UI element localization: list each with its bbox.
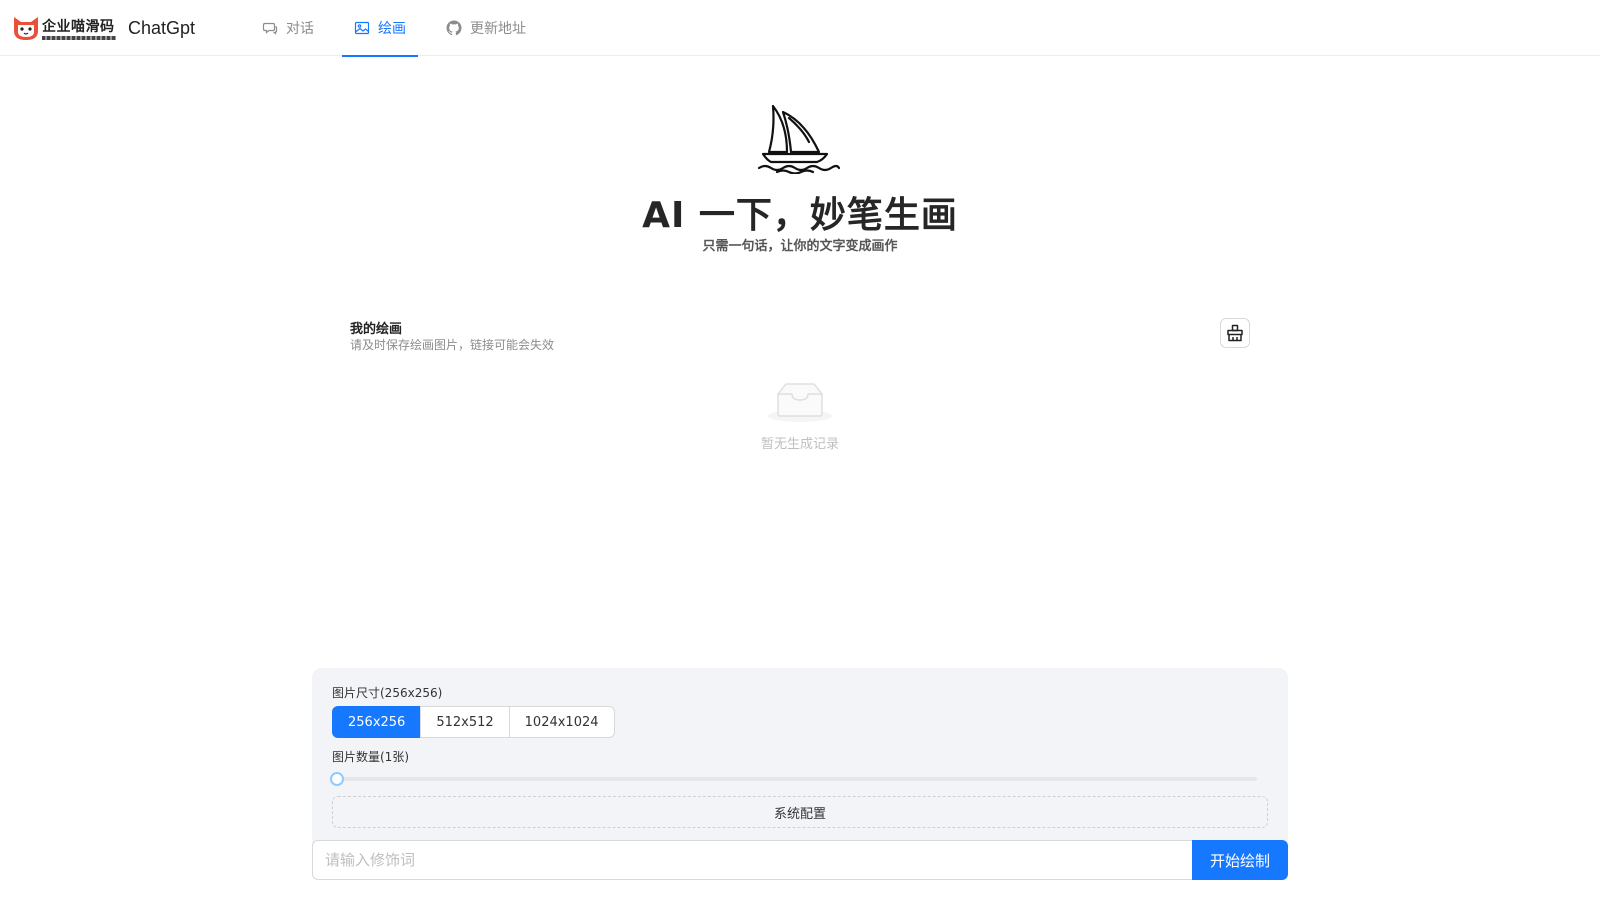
count-label: 图片数量(1张) xyxy=(332,750,409,764)
nav-item-draw[interactable]: 绘画 xyxy=(342,0,418,57)
gallery-description: 请及时保存绘画图片，链接可能会失效 xyxy=(350,338,555,352)
main-nav: 对话 绘画 更新地址 xyxy=(250,0,554,57)
nav-item-update[interactable]: 更新地址 xyxy=(434,0,538,56)
count-slider-track[interactable] xyxy=(337,777,1257,781)
hero-title: AI 一下，妙笔生画 xyxy=(642,195,958,236)
broom-icon xyxy=(1227,324,1243,342)
brand[interactable]: 企业喵滑码 ChatGpt xyxy=(12,12,195,44)
prompt-input[interactable] xyxy=(312,840,1192,880)
clear-history-button[interactable] xyxy=(1220,318,1250,348)
system-config-button[interactable]: 系统配置 xyxy=(332,796,1268,828)
size-option-512[interactable]: 512x512 xyxy=(420,706,510,738)
brand-logo: 企业喵滑码 xyxy=(12,13,116,43)
gallery-title: 我的绘画 xyxy=(350,322,403,337)
empty-text: 暂无生成记录 xyxy=(760,437,839,452)
logo-underline xyxy=(42,36,116,40)
count-slider-handle[interactable] xyxy=(330,772,344,786)
nav-item-chat[interactable]: 对话 xyxy=(250,0,326,56)
app-name: ChatGpt xyxy=(128,17,196,38)
size-label: 图片尺寸(256x256) xyxy=(332,686,443,700)
size-option-256[interactable]: 256x256 xyxy=(332,706,422,738)
sailboat-icon xyxy=(757,104,841,174)
nav-label-update: 更新地址 xyxy=(470,21,526,37)
nav-label-draw: 绘画 xyxy=(378,21,406,37)
size-selector: 256x256 512x512 1024x1024 xyxy=(332,706,615,738)
prompt-row: 开始绘制 xyxy=(312,840,1288,880)
picture-icon xyxy=(354,21,370,35)
size-option-1024[interactable]: 1024x1024 xyxy=(508,706,615,738)
empty-inbox-icon xyxy=(768,383,832,422)
start-drawing-button[interactable]: 开始绘制 xyxy=(1192,840,1288,880)
logo-text: 企业喵滑码 xyxy=(42,19,115,35)
github-icon xyxy=(446,20,462,36)
hero-subtitle: 只需一句话，让你的文字变成画作 xyxy=(702,239,898,254)
cat-logo-icon xyxy=(14,17,38,40)
top-header: 企业喵滑码 ChatGpt 对话 绘画 更新地址 xyxy=(0,0,1600,57)
chat-icon xyxy=(262,22,278,35)
nav-label-chat: 对话 xyxy=(286,21,314,37)
